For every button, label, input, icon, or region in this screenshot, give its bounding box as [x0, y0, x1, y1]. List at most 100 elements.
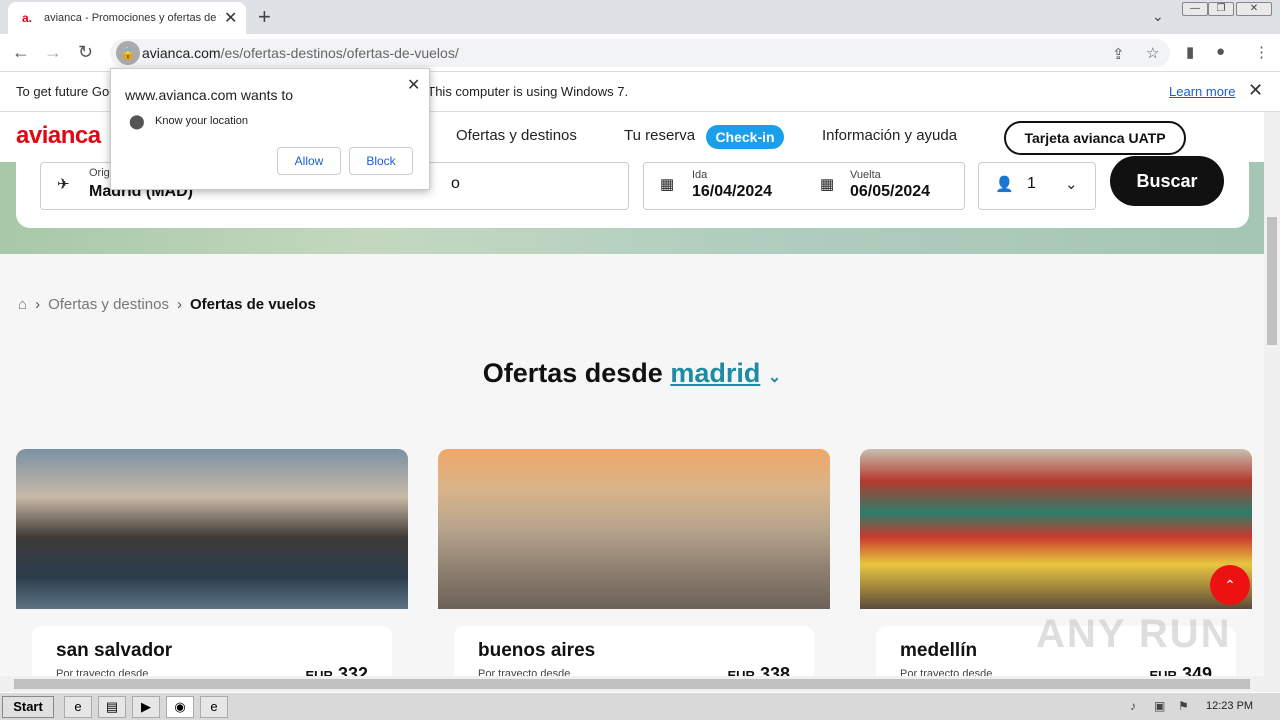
- nav-tu-reserva[interactable]: Tu reserva: [624, 127, 695, 144]
- offer-amount: 338: [759, 664, 790, 676]
- avianca-logo[interactable]: avianca: [16, 122, 101, 150]
- destination-value[interactable]: o: [451, 175, 460, 193]
- reload-icon[interactable]: ↻: [78, 42, 93, 63]
- calendar-icon: ▦: [820, 176, 835, 193]
- breadcrumb-current: Ofertas de vuelos: [189, 296, 316, 313]
- windows-taskbar: Start e ▤ ▶ ◉ e ♪ ▣ ⚑ 12:23 PM: [0, 692, 1280, 720]
- chevron-down-icon[interactable]: ⌄: [768, 369, 781, 386]
- offer-sub: Por trayecto desde: [900, 668, 993, 676]
- popup-permission: Know your location: [155, 115, 248, 127]
- tab-bar: a. avianca - Promociones y ofertas de v …: [0, 0, 1280, 34]
- nav-informacion[interactable]: Información y ayuda: [822, 127, 957, 144]
- offer-price: EUR 338: [727, 664, 790, 676]
- minimize-icon[interactable]: —: [1182, 2, 1208, 16]
- ida-label: Ida: [692, 169, 708, 181]
- star-icon[interactable]: ☆: [1146, 44, 1159, 62]
- passengers-value: 1: [1027, 175, 1036, 192]
- offers-title-prefix: Ofertas desde: [482, 358, 663, 388]
- passengers-field[interactable]: 👤 1 ⌄: [978, 162, 1096, 210]
- popup-title: www.avianca.com wants to: [125, 87, 294, 103]
- offer-currency: EUR: [727, 668, 755, 676]
- horizontal-scrollbar[interactable]: [0, 676, 1280, 692]
- edge-icon[interactable]: e: [200, 696, 228, 718]
- location-permission-popup: www.avianca.com wants to ✕ ⬤ Know your l…: [110, 68, 430, 190]
- dates-field[interactable]: ▦ Ida 16/04/2024 ▦ Vuelta 06/05/2024: [643, 162, 965, 210]
- add-person-icon: 👤: [995, 176, 1014, 193]
- close-icon[interactable]: ✕: [1248, 80, 1263, 101]
- uatp-button[interactable]: Tarjeta avianca UATP: [1004, 121, 1186, 155]
- lock-icon[interactable]: 🔒: [116, 41, 140, 65]
- clock: 12:23 PM: [1206, 700, 1254, 712]
- close-window-icon[interactable]: ✕: [1236, 2, 1272, 16]
- browser-toolbar: ← → ↻ 🔒 avianca.com/es/ofertas-destinos/…: [0, 34, 1280, 72]
- offers-title: Ofertas desde madrid ⌄: [0, 358, 1264, 389]
- vuelta-value[interactable]: 06/05/2024: [850, 183, 930, 201]
- offers-city-select[interactable]: madrid: [670, 358, 760, 388]
- url-host: avianca.com: [142, 45, 221, 61]
- offer-amount: 332: [337, 664, 368, 676]
- menu-icon[interactable]: ⋮: [1254, 43, 1269, 61]
- offer-city: medellín: [900, 640, 978, 661]
- scrollbar-thumb[interactable]: [1267, 217, 1277, 345]
- new-tab-icon[interactable]: +: [258, 4, 271, 30]
- folder-icon[interactable]: ▤: [98, 696, 126, 718]
- side-panel-icon[interactable]: ▮: [1186, 43, 1194, 61]
- ie-icon[interactable]: e: [64, 696, 92, 718]
- forward-icon[interactable]: →: [44, 42, 62, 63]
- offer-currency: EUR: [1149, 668, 1177, 676]
- buscar-button[interactable]: Buscar: [1110, 156, 1224, 206]
- calendar-icon: ▦: [660, 176, 675, 193]
- scroll-to-top-button[interactable]: ⌃: [1210, 565, 1250, 605]
- watermark: ANY RUN: [1036, 612, 1232, 656]
- nav-ofertas[interactable]: Ofertas y destinos: [456, 127, 577, 144]
- offer-card[interactable]: buenos aires Por trayecto desde EUR 338: [438, 449, 830, 676]
- offer-info: san salvador Por trayecto desde EUR 332: [32, 626, 392, 676]
- media-player-icon[interactable]: ▶: [132, 696, 160, 718]
- offer-sub: Por trayecto desde: [478, 668, 571, 676]
- offer-image: [860, 449, 1252, 609]
- breadcrumb: ⌂ › Ofertas y destinos › Ofertas de vuelos: [18, 296, 316, 313]
- ida-value[interactable]: 16/04/2024: [692, 183, 772, 201]
- learn-more-link[interactable]: Learn more: [1169, 84, 1235, 99]
- restore-icon[interactable]: ❐: [1208, 2, 1234, 16]
- offer-image: [438, 449, 830, 609]
- tab-close-icon[interactable]: ✕: [224, 8, 237, 28]
- checkin-button[interactable]: Check-in: [706, 125, 784, 149]
- offer-sub: Por trayecto desde: [56, 668, 149, 676]
- volume-icon[interactable]: ♪: [1130, 699, 1136, 713]
- allow-button[interactable]: Allow: [277, 147, 341, 175]
- vertical-scrollbar[interactable]: [1264, 112, 1280, 676]
- offer-city: buenos aires: [478, 640, 596, 661]
- back-icon[interactable]: ←: [12, 42, 30, 63]
- chevron-down-icon[interactable]: ⌄: [1152, 8, 1164, 25]
- address-bar[interactable]: 🔒 avianca.com/es/ofertas-destinos/oferta…: [110, 39, 1170, 67]
- block-button[interactable]: Block: [349, 147, 413, 175]
- profile-icon[interactable]: ●: [1216, 43, 1225, 60]
- offer-price: EUR 332: [305, 664, 368, 676]
- page-content: avianca Ofertas y destinos Tu reserva Ch…: [0, 112, 1264, 676]
- chevron-down-icon: ⌄: [1065, 176, 1078, 193]
- location-pin-icon: ⬤: [129, 113, 145, 129]
- scrollbar-thumb[interactable]: [14, 679, 1250, 689]
- offer-card[interactable]: san salvador Por trayecto desde EUR 332: [16, 449, 408, 676]
- plane-icon: ✈: [57, 176, 70, 193]
- url-path: /es/ofertas-destinos/ofertas-de-vuelos/: [220, 45, 459, 61]
- browser-tab[interactable]: a. avianca - Promociones y ofertas de v …: [8, 2, 246, 34]
- network-icon[interactable]: ▣: [1154, 699, 1165, 713]
- avianca-icon: a.: [22, 11, 33, 25]
- offer-price: EUR 349: [1149, 664, 1212, 676]
- vuelta-label: Vuelta: [850, 169, 881, 181]
- url-text: avianca.com/es/ofertas-destinos/ofertas-…: [142, 45, 459, 61]
- chrome-icon[interactable]: ◉: [166, 696, 194, 718]
- offer-amount: 349: [1181, 664, 1212, 676]
- tab-title: avianca - Promociones y ofertas de v: [44, 12, 220, 24]
- offer-info: buenos aires Por trayecto desde EUR 338: [454, 626, 814, 676]
- start-button[interactable]: Start: [2, 696, 54, 718]
- offer-currency: EUR: [305, 668, 333, 676]
- home-icon[interactable]: ⌂: [18, 296, 27, 313]
- close-icon[interactable]: ✕: [407, 75, 420, 95]
- share-icon[interactable]: ⇪: [1112, 45, 1125, 63]
- offer-city: san salvador: [56, 640, 173, 661]
- flag-icon[interactable]: ⚑: [1178, 699, 1189, 713]
- breadcrumb-ofertas[interactable]: Ofertas y destinos: [48, 296, 169, 313]
